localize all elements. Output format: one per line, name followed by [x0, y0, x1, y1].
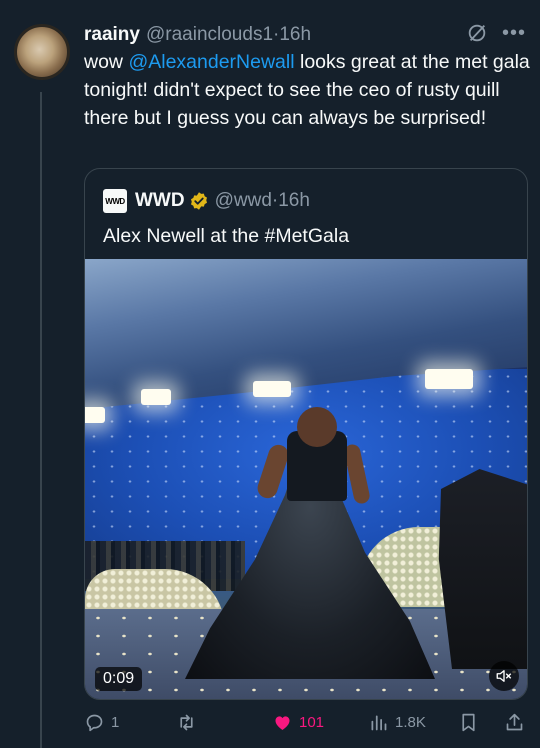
stage-light: [141, 389, 171, 405]
bookmark-icon: [462, 713, 475, 731]
heart-icon: [275, 715, 290, 730]
author-name[interactable]: raainy: [84, 24, 140, 46]
share-button[interactable]: [504, 708, 525, 736]
mute-button[interactable]: [489, 661, 519, 691]
avatar[interactable]: [14, 24, 70, 80]
tweet-header: raainy @raainclouds1·16h •••: [84, 22, 526, 48]
quoted-tweet[interactable]: WWD WWD @wwd·16h Alex Newell at the #Met…: [84, 168, 528, 700]
video-player[interactable]: 0:09: [85, 259, 527, 699]
thread-line: [40, 92, 42, 748]
share-icon: [506, 713, 523, 730]
stage-light: [253, 381, 291, 397]
views-icon: [371, 715, 387, 730]
reply-icon: [86, 714, 103, 731]
quote-author-handle[interactable]: @wwd·16h: [215, 190, 310, 212]
stage-light: [425, 369, 473, 389]
mention-link[interactable]: @AlexanderNewall: [128, 51, 294, 73]
more-icon[interactable]: •••: [502, 22, 526, 44]
quote-text: Alex Newell at the #MetGala: [103, 225, 350, 247]
retweet-button[interactable]: [176, 708, 203, 736]
grok-icon[interactable]: [466, 22, 488, 44]
wwd-logo[interactable]: WWD: [103, 189, 127, 213]
views-count: 1.8K: [395, 713, 426, 731]
bookmark-button[interactable]: [458, 708, 479, 736]
reply-count: 1: [111, 713, 120, 731]
like-count: 101: [299, 713, 325, 731]
author-handle[interactable]: @raainclouds1·16h: [146, 24, 311, 46]
tweet-text: wow @AlexanderNewall looks great at the …: [84, 51, 530, 129]
tweet-time[interactable]: 16h: [279, 24, 311, 45]
retweet-icon: [180, 714, 193, 730]
video-timestamp: 0:09: [95, 667, 143, 691]
tweet[interactable]: raainy @raainclouds1·16h ••• wow @Alexan…: [0, 0, 540, 748]
speaker-muted-icon: [496, 670, 512, 682]
head: [297, 407, 337, 447]
action-bar: 1 101 1.8K: [84, 708, 530, 736]
quote-author-name[interactable]: WWD: [135, 190, 185, 212]
header-icons: •••: [466, 22, 526, 44]
verified-badge-icon: [190, 192, 207, 210]
reply-button[interactable]: 1: [84, 708, 119, 736]
views-button[interactable]: 1.8K: [368, 708, 426, 736]
like-button[interactable]: 101: [272, 708, 324, 736]
quote-header: WWD WWD @wwd·16h: [103, 189, 310, 213]
stage-light: [85, 407, 105, 423]
